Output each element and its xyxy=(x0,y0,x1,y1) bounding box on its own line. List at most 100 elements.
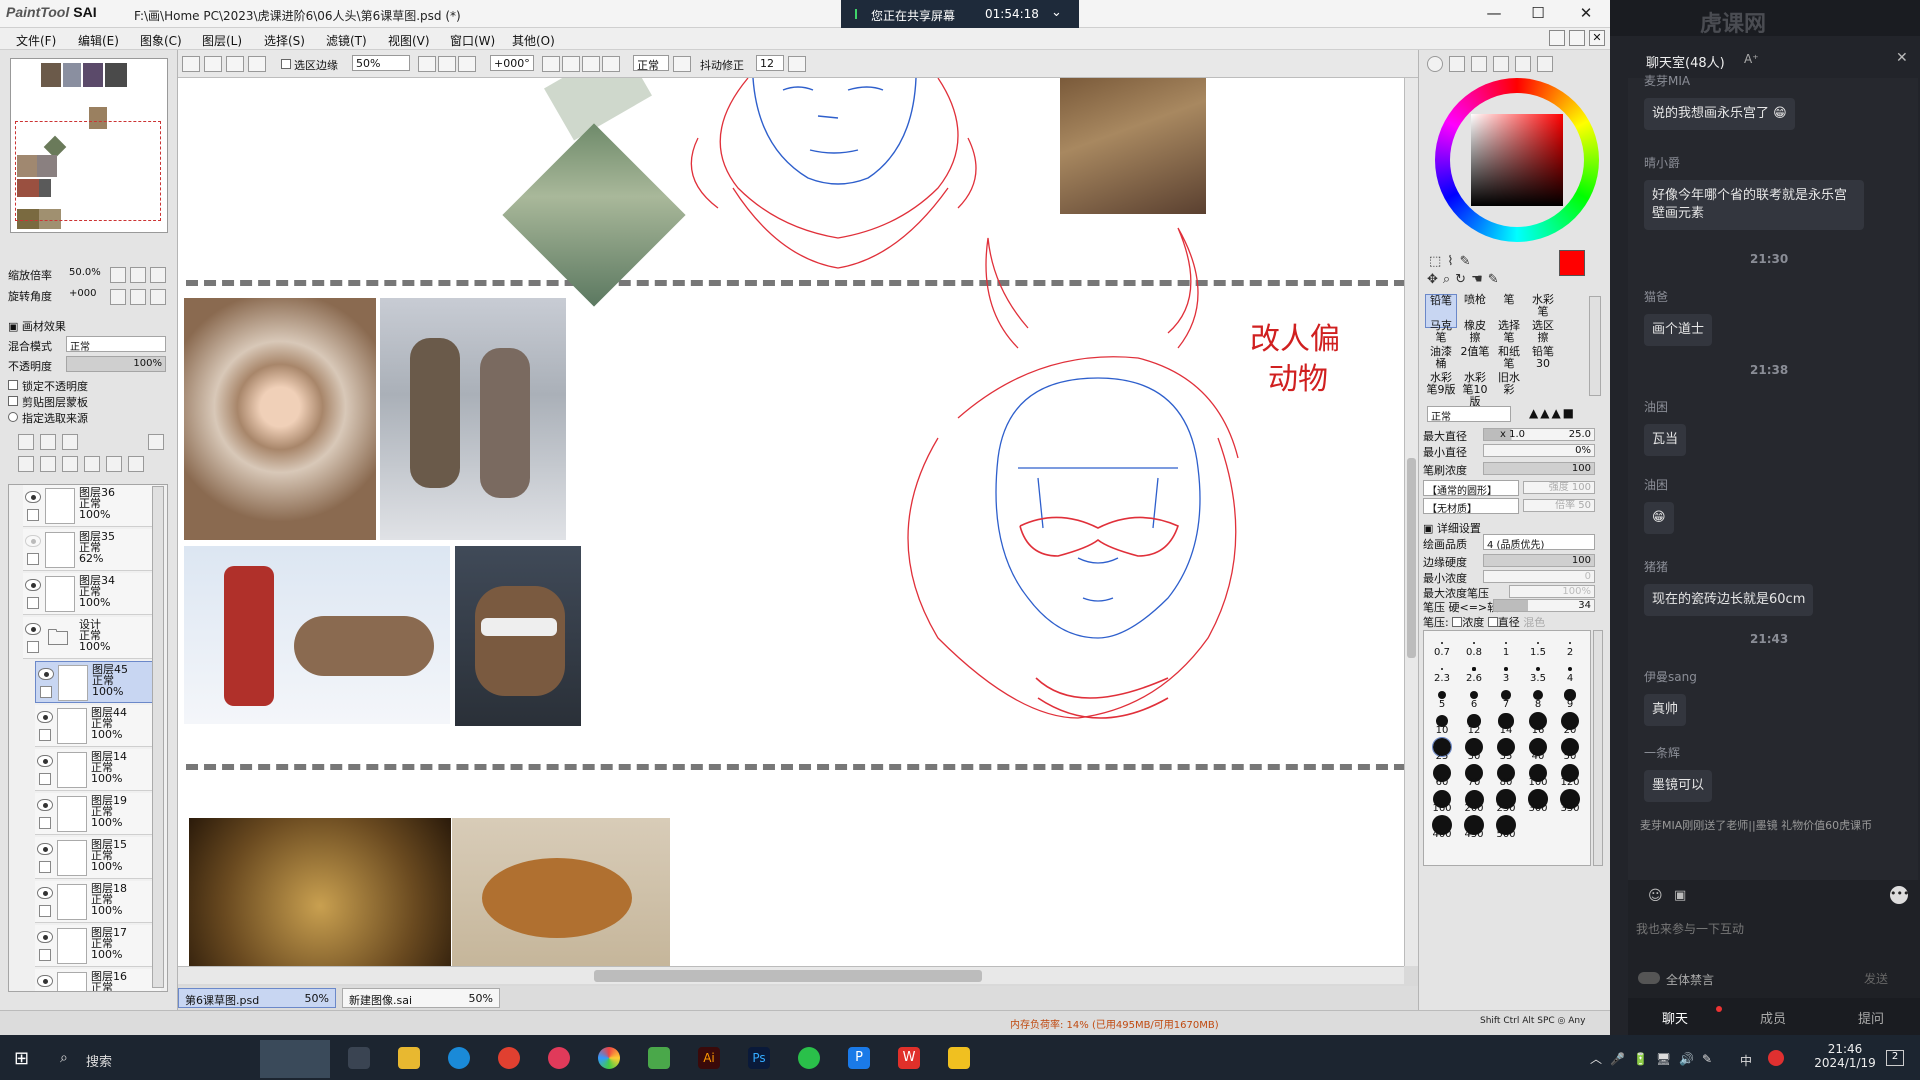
shape-strength[interactable]: 强度 100 xyxy=(1523,481,1595,494)
brush-size-dot[interactable] xyxy=(1440,667,1444,671)
flip-icon[interactable] xyxy=(602,56,620,72)
brush-size-dot[interactable] xyxy=(1473,642,1475,644)
netease-music-icon[interactable] xyxy=(548,1047,570,1069)
brush-size-dot[interactable] xyxy=(1472,667,1476,671)
close-button[interactable]: ✕ xyxy=(1568,4,1604,24)
pen-lock-icon[interactable] xyxy=(39,817,51,829)
deselect-icon[interactable] xyxy=(182,56,200,72)
tool-scrollbar[interactable] xyxy=(1589,296,1601,396)
eye-icon[interactable] xyxy=(37,711,53,723)
selection-source-radio[interactable] xyxy=(8,412,18,422)
invert-selection-icon[interactable] xyxy=(204,56,222,72)
edge-icon[interactable] xyxy=(448,1047,470,1069)
windows-start-icon[interactable]: ⊞ xyxy=(14,1048,29,1069)
maximize-button[interactable]: ☐ xyxy=(1520,4,1556,24)
color-wheel[interactable] xyxy=(1435,78,1599,242)
edge-hardness-slider[interactable]: 100 xyxy=(1483,554,1595,567)
detail-settings-header[interactable]: ▣ 详细设置 xyxy=(1423,520,1481,536)
transfer-down-icon[interactable] xyxy=(18,456,34,472)
sai-taskbar-icon[interactable] xyxy=(648,1047,670,1069)
pressure-curve-slider[interactable]: 34 xyxy=(1493,599,1595,612)
new-layer-icon[interactable] xyxy=(18,434,34,450)
show-selection-icon[interactable] xyxy=(226,56,244,72)
canvas-vertical-scrollbar[interactable] xyxy=(1404,78,1418,966)
notes-icon[interactable] xyxy=(948,1047,970,1069)
rgb-slider-icon[interactable] xyxy=(1449,56,1465,72)
hide-selection-icon[interactable] xyxy=(248,56,266,72)
brush-size-dot[interactable] xyxy=(1567,666,1573,672)
restore-doc-icon[interactable] xyxy=(1569,30,1585,46)
layer-item[interactable]: 图层44 正常 100% xyxy=(35,705,161,747)
sogou-icon[interactable] xyxy=(1768,1050,1784,1066)
rotate-left-button[interactable] xyxy=(110,289,126,305)
notification-icon[interactable]: 2 xyxy=(1886,1050,1904,1066)
image-icon[interactable]: ▣ xyxy=(1674,888,1686,903)
tool-old-watercolor[interactable]: 旧水彩 xyxy=(1493,372,1525,406)
tool-watercolor9[interactable]: 水彩笔9版 xyxy=(1425,372,1457,406)
illustrator-icon[interactable]: Ai xyxy=(698,1047,720,1069)
density-slider[interactable]: 100 xyxy=(1483,462,1595,475)
stabilizer-dropdown-icon[interactable] xyxy=(788,56,806,72)
menu-select[interactable]: 选择(S) xyxy=(264,32,305,49)
chat-input[interactable]: 我也来参与一下互动 xyxy=(1636,920,1912,960)
saturation-value-square[interactable] xyxy=(1471,114,1563,206)
delete-layer-icon[interactable] xyxy=(84,456,100,472)
eye-icon[interactable] xyxy=(37,843,53,855)
task-view-icon[interactable] xyxy=(348,1047,370,1069)
eye-icon[interactable] xyxy=(25,491,41,503)
new-folder-icon[interactable] xyxy=(62,434,78,450)
blend-mode-select[interactable]: 正常 xyxy=(66,336,166,353)
tab-chat[interactable]: 聊天 xyxy=(1662,1008,1688,1027)
tab-members[interactable]: 成员 xyxy=(1760,1008,1786,1027)
scroll-thumb[interactable] xyxy=(594,970,982,982)
menu-window[interactable]: 窗口(W) xyxy=(450,32,495,49)
layer-item[interactable]: 图层15 正常 100% xyxy=(35,837,161,879)
rotate-reset-button[interactable] xyxy=(150,289,166,305)
emoji-icon[interactable]: ☺ xyxy=(1648,888,1663,904)
zoom-select[interactable]: 50% xyxy=(352,55,410,71)
zoom-fit-icon[interactable] xyxy=(458,56,476,72)
max-pressure-slider[interactable]: 100% xyxy=(1509,585,1595,598)
system-tray-icons[interactable]: ︿🎤🔋🖥🔊✎ xyxy=(1590,1050,1720,1067)
eye-icon[interactable] xyxy=(37,755,53,767)
layer-settings-icon[interactable] xyxy=(148,434,164,450)
menu-view[interactable]: 视图(V) xyxy=(388,32,430,49)
minimize-button[interactable]: — xyxy=(1476,4,1512,24)
rotate-right-button[interactable] xyxy=(130,289,146,305)
rotate-reset-icon[interactable] xyxy=(582,56,600,72)
pen-lock-icon[interactable] xyxy=(39,729,51,741)
new-linework-icon[interactable] xyxy=(40,434,56,450)
p-app-icon[interactable]: P xyxy=(848,1047,870,1069)
brush-size-dot[interactable] xyxy=(1438,691,1446,699)
tool-watercolor10[interactable]: 水彩笔10版 xyxy=(1459,372,1491,408)
tab-questions[interactable]: 提问 xyxy=(1858,1008,1884,1027)
menu-file[interactable]: 文件(F) xyxy=(16,32,56,49)
swatch-icon[interactable] xyxy=(1493,56,1509,72)
palette-icon[interactable] xyxy=(1515,56,1531,72)
layer-item[interactable]: 图层17 正常 100% xyxy=(35,925,161,967)
pen-lock-icon[interactable] xyxy=(39,861,51,873)
menu-other[interactable]: 其他(O) xyxy=(512,32,555,49)
brush-size-dot[interactable] xyxy=(1537,642,1539,644)
canvas-horizontal-scrollbar[interactable] xyxy=(178,966,1404,984)
taskbar-search[interactable]: 搜索 xyxy=(86,1051,112,1070)
zoom-out-button[interactable] xyxy=(110,267,126,283)
search-icon[interactable]: ⌕ xyxy=(60,1050,68,1066)
stabilizer-select[interactable]: 12 xyxy=(756,55,784,71)
apply-mask-icon[interactable] xyxy=(106,456,122,472)
pen-lock-icon[interactable] xyxy=(39,773,51,785)
brush-size-dot[interactable] xyxy=(1505,642,1507,644)
restore-doc-icon[interactable] xyxy=(1549,30,1565,46)
scratchpad-icon[interactable] xyxy=(1537,56,1553,72)
hsv-slider-icon[interactable] xyxy=(1471,56,1487,72)
brush-size-dot[interactable] xyxy=(1535,666,1541,672)
navigator-preview[interactable] xyxy=(10,58,168,233)
layer-item[interactable]: 图层14 正常 100% xyxy=(35,749,161,791)
view-tools[interactable]: ✥⌕↻☚✎ xyxy=(1427,272,1504,287)
eye-icon[interactable] xyxy=(25,579,41,591)
angle-input[interactable]: +000° xyxy=(490,55,534,71)
layer-item[interactable]: 图层34 正常 100% xyxy=(23,573,161,615)
photoshop-icon[interactable]: Ps xyxy=(748,1047,770,1069)
pressure-density-checkbox[interactable] xyxy=(1452,617,1463,627)
eye-icon[interactable] xyxy=(25,623,41,635)
